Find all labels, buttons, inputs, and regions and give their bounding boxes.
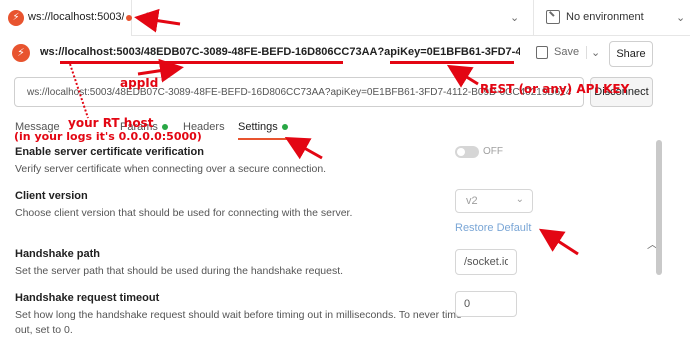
settings-active-dot [281,124,288,131]
ssl-verification-toggle[interactable] [455,146,479,158]
client-version-title: Client version [15,190,88,202]
request-tab[interactable]: ⚡ ws://localhost:5003/48E [0,0,132,36]
handshake-timeout-desc-line2: out, set to 0. [15,324,73,336]
handshake-path-input[interactable] [456,250,516,274]
ssl-setting-title: Enable server certificate verification [15,146,204,158]
handshake-timeout-desc-line1: Set how long the handshake request shoul… [15,309,462,321]
unsaved-dot [126,15,132,21]
save-options-chevron-icon[interactable]: ⌄ [586,46,600,59]
share-button[interactable]: Share [609,41,653,67]
tabs-chevron-down-icon[interactable]: ⌄ [510,11,519,24]
ssl-toggle-label: OFF [483,146,503,157]
handshake-timeout-field[interactable] [455,291,517,317]
client-version-select[interactable]: v2 ⌄ [455,189,533,213]
environment-selector[interactable]: No environment ⌄ [533,0,690,36]
settings-scrollbar[interactable] [656,140,662,275]
annotation-appid: appId [120,76,159,90]
websocket-icon: ⚡ [8,10,24,26]
no-environment-icon [546,10,560,24]
client-version-chevron-down-icon: ⌄ [515,194,524,205]
tab-title: ws://localhost:5003/48E [28,11,124,23]
version-arrow [538,228,579,256]
environment-label: No environment [566,11,644,23]
environment-chevron-down-icon: ⌄ [676,12,686,24]
tab-bar: ⚡ ws://localhost:5003/48E + ⌄ No environ… [0,0,690,36]
client-version-value: v2 [466,195,478,207]
annotation-underline-apikey [390,61,514,64]
restore-default-link[interactable]: Restore Default [455,222,531,234]
tab-settings[interactable]: Settings [238,121,288,133]
annotation-rt-host-line1: your RT host [68,116,154,130]
client-version-desc: Choose client version that should be use… [15,207,353,219]
handshake-path-desc: Set the server path that should be used … [15,265,344,277]
settings-arrow [284,137,323,160]
annotation-apikey: REST (or any) API KEY [480,82,630,96]
save-icon[interactable] [536,46,548,59]
save-button[interactable]: Save [554,46,579,58]
new-tab-button[interactable]: + [142,8,153,26]
active-tab-indicator [238,138,288,140]
handshake-timeout-title: Handshake request timeout [15,292,160,304]
handshake-timeout-input[interactable] [456,292,516,316]
handshake-path-title: Handshake path [15,248,100,260]
annotation-underline-host-appid [60,61,343,64]
request-header: ⚡ ws://localhost:5003/48EDB07C-3089-48FE… [0,38,690,72]
request-name[interactable]: ws://localhost:5003/48EDB07C-3089-48FE-B… [40,46,520,58]
ssl-setting-desc: Verify server certificate when connectin… [15,163,327,175]
handshake-path-field[interactable] [455,249,517,275]
websocket-request-icon: ⚡ [12,44,30,62]
annotation-rt-host-line2: (in your logs it's 0.0.0.0:5000) [14,130,202,143]
tab-settings-label: Settings [238,121,278,133]
